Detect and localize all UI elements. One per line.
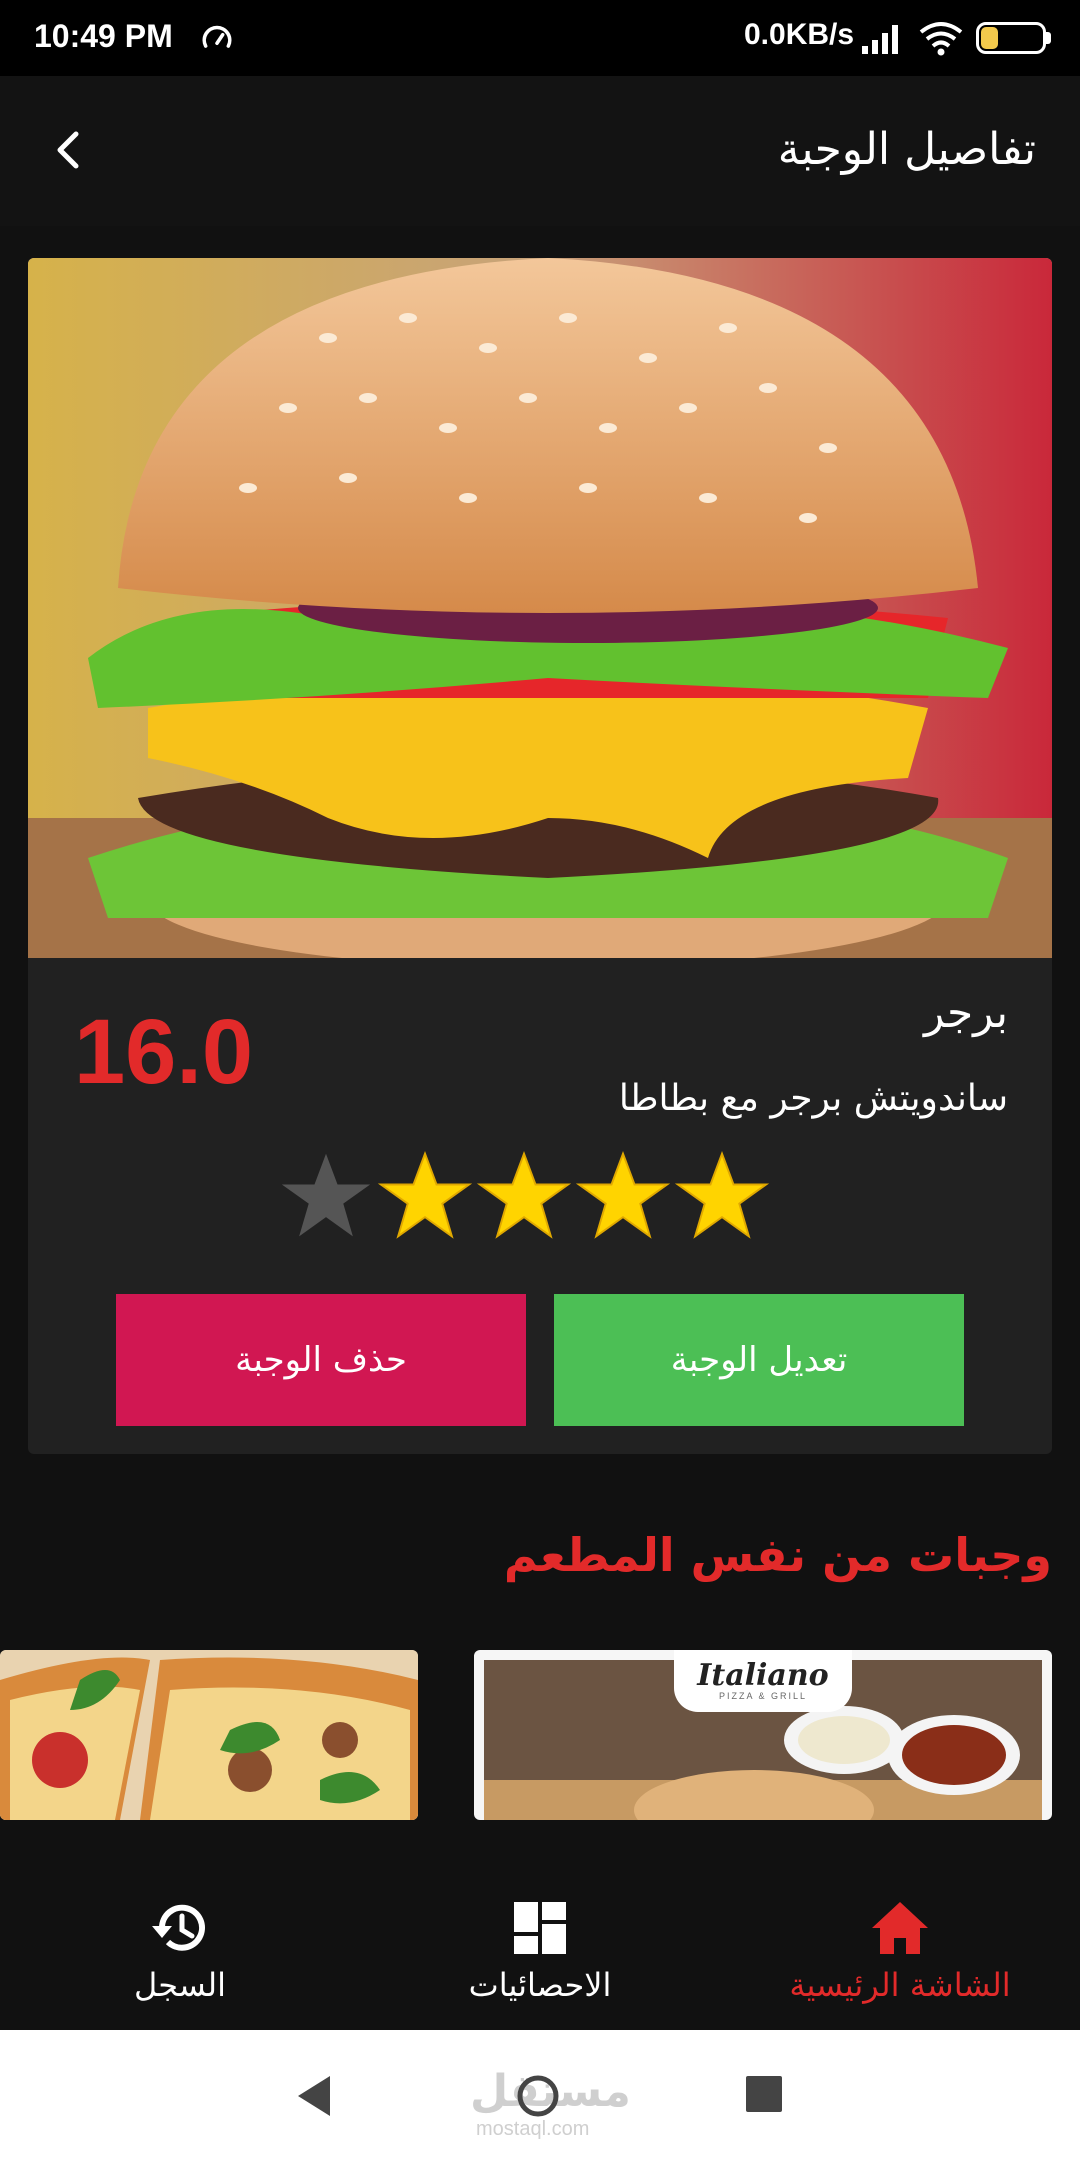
system-home-icon[interactable] bbox=[516, 2074, 560, 2118]
app-bar: تفاصيل الوجبة bbox=[0, 76, 1080, 226]
nav-item-history[interactable]: السجل bbox=[0, 1820, 360, 2030]
dashboard-icon bbox=[514, 1902, 566, 1954]
system-back-icon[interactable] bbox=[294, 2074, 334, 2118]
section-title: وجبات من نفس المطعم bbox=[503, 1528, 1052, 1582]
status-bar: 10:49 PM 0.0KB/s 29 bbox=[0, 0, 1080, 76]
system-recent-apps-icon[interactable] bbox=[746, 2076, 782, 2112]
nav-label-history: السجل bbox=[133, 1966, 227, 2004]
star-filled-icon bbox=[377, 1151, 473, 1239]
bottom-navigation: الشاشة الرئيسية الاحصائيات السجل bbox=[0, 1820, 1080, 2030]
chevron-left-icon[interactable] bbox=[40, 118, 96, 182]
meal-thumbnail-sauces[interactable]: Italiano PIZZA & GRILL bbox=[474, 1650, 1052, 1820]
nav-label-home: الشاشة الرئيسية bbox=[789, 1966, 1011, 2004]
speedometer-icon bbox=[202, 25, 232, 48]
meal-price: 16.0 bbox=[74, 1001, 254, 1103]
signal-icon bbox=[862, 25, 898, 54]
battery-tip bbox=[1046, 32, 1051, 44]
nav-label-statistics: الاحصائيات bbox=[468, 1966, 612, 2004]
history-icon bbox=[152, 1904, 205, 1951]
meal-thumbnail-pizza[interactable] bbox=[0, 1650, 418, 1820]
nav-item-home[interactable]: الشاشة الرئيسية bbox=[720, 1820, 1080, 2030]
system-navigation-bar: مستقل mostaql.com bbox=[0, 2030, 1080, 2160]
rating-stars bbox=[278, 1148, 818, 1244]
edit-meal-button[interactable]: تعديل الوجبة bbox=[554, 1294, 964, 1426]
network-speed: 0.0KB/s bbox=[744, 18, 855, 51]
meal-details-card: برجر ساندويتش برجر مع بطاطا 16.0 حذف الو… bbox=[28, 258, 1052, 1454]
italiano-logo: Italiano PIZZA & GRILL bbox=[674, 1650, 852, 1712]
meal-description: ساندويتش برجر مع بطاطا bbox=[618, 1078, 1008, 1119]
meal-name: برجر bbox=[924, 988, 1008, 1037]
star-empty-icon bbox=[281, 1153, 371, 1237]
star-filled-icon bbox=[674, 1151, 770, 1239]
wifi-icon bbox=[919, 22, 963, 56]
nav-item-statistics[interactable]: الاحصائيات bbox=[360, 1820, 720, 2030]
page-title: تفاصيل الوجبة bbox=[777, 124, 1036, 175]
battery-icon: 29 bbox=[976, 22, 1046, 54]
watermark-subtext: mostaql.com bbox=[476, 2118, 590, 2140]
battery-level: 29 bbox=[999, 27, 1023, 49]
status-time: 10:49 PM bbox=[34, 18, 173, 54]
logo-subtext: PIZZA & GRILL bbox=[718, 1691, 808, 1701]
star-filled-icon bbox=[575, 1151, 671, 1239]
delete-meal-button[interactable]: حذف الوجبة bbox=[116, 1294, 526, 1426]
logo-text: Italiano bbox=[697, 1658, 829, 1693]
home-icon bbox=[872, 1902, 928, 1954]
star-filled-icon bbox=[476, 1151, 572, 1239]
pizza-photo bbox=[0, 1650, 418, 1820]
burger-photo bbox=[28, 258, 1052, 958]
